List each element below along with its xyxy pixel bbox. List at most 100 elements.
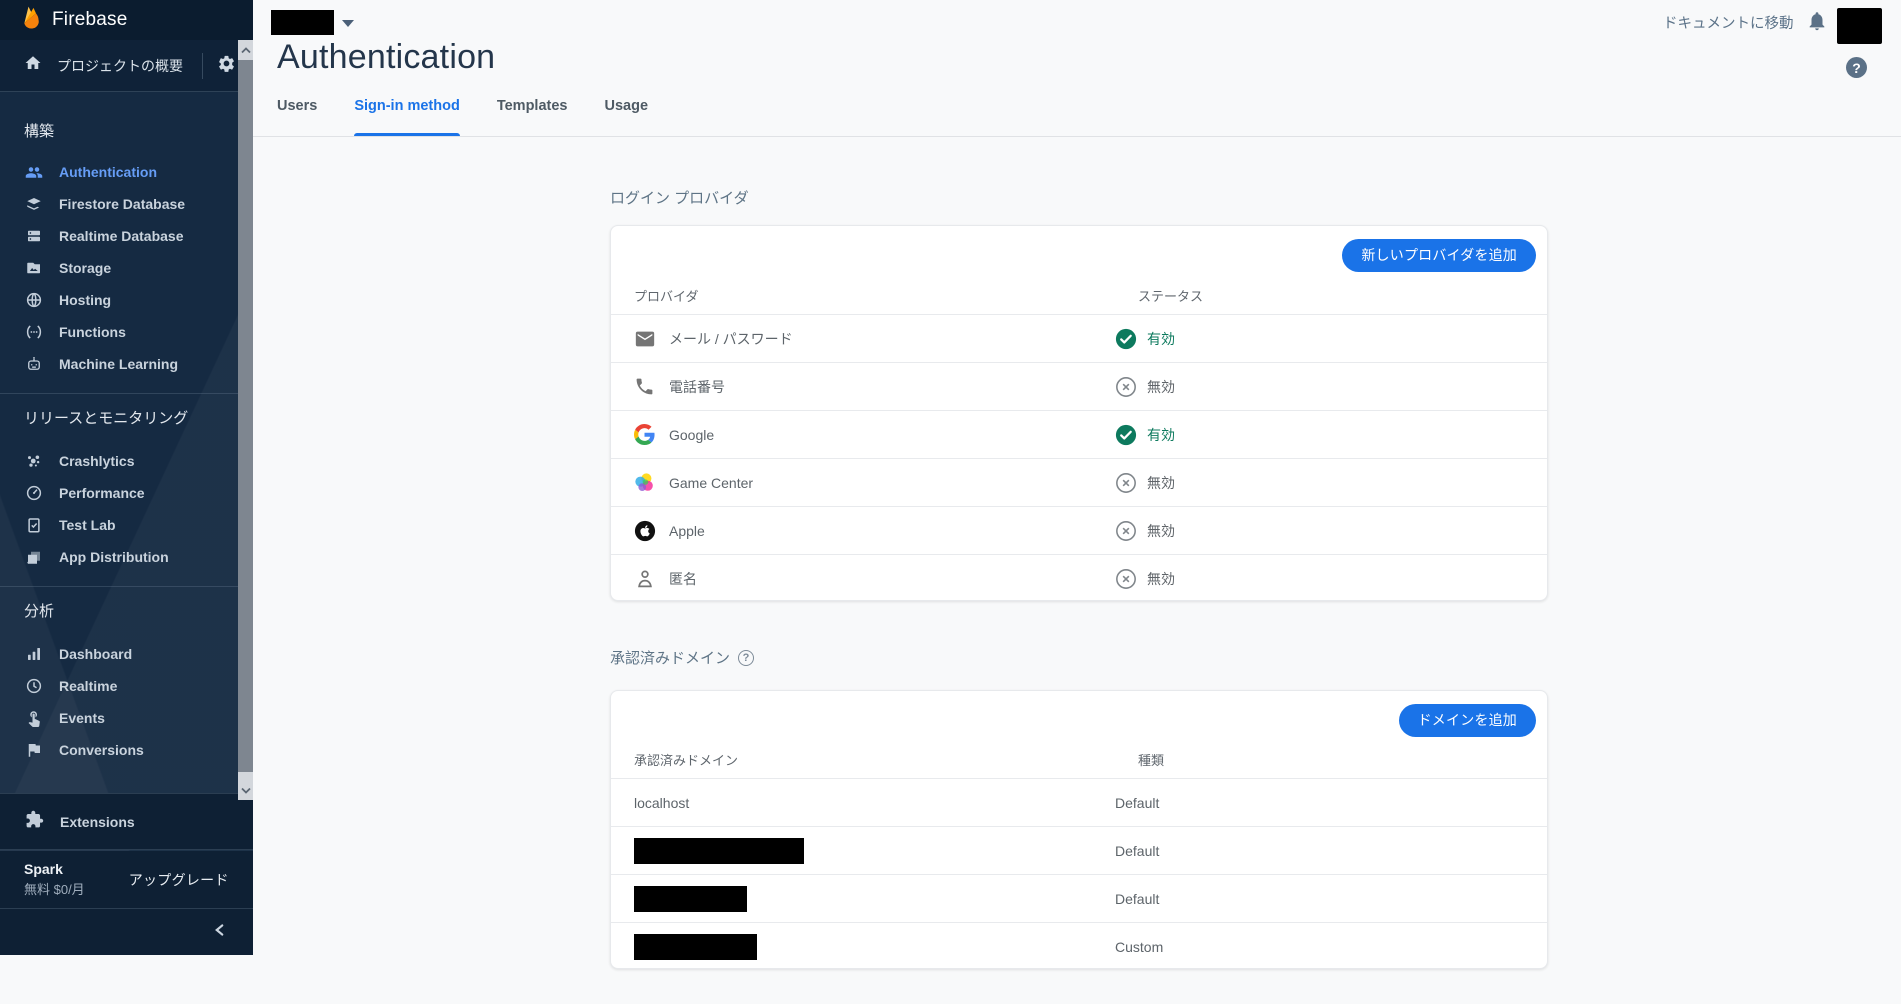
crashlytics-icon (25, 452, 43, 470)
home-icon (24, 54, 42, 77)
sidebar-item-test-lab[interactable]: Test Lab (0, 509, 253, 541)
column-header-status: ステータス (1138, 286, 1203, 305)
domains-card-head: ドメインを追加 承認済みドメイン 種類 (611, 691, 1547, 778)
sidebar-item-extensions[interactable]: Extensions (0, 793, 253, 850)
puzzle-icon (25, 810, 44, 834)
functions-icon (25, 323, 43, 341)
domain-row-localhost: localhost Default (611, 778, 1547, 826)
domain-name: localhost (634, 795, 689, 811)
sidebar-item-conversions[interactable]: Conversions (0, 734, 253, 766)
sidebar-item-authentication[interactable]: Authentication (0, 156, 253, 188)
scroll-up-icon[interactable] (238, 42, 253, 58)
column-header-domain: 承認済みドメイン (634, 750, 738, 769)
providers-card: 新しいプロバイダを追加 プロバイダ ステータス メール / パスワード 有効 電… (610, 225, 1548, 601)
plan-name: Spark (24, 861, 85, 877)
app-distribution-icon (25, 548, 43, 566)
storage-icon (25, 259, 43, 277)
game-center-icon (634, 472, 656, 494)
firestore-icon (25, 195, 43, 213)
sidebar-scrollbar[interactable] (238, 40, 253, 800)
redacted-domain (634, 886, 747, 912)
enabled-status-icon (1115, 424, 1137, 446)
sidebar-item-crashlytics[interactable]: Crashlytics (0, 445, 253, 477)
page-title: Authentication (277, 38, 495, 77)
plan-price: 無料 $0/月 (24, 879, 85, 898)
domain-type: Default (1115, 843, 1159, 859)
chevron-left-icon[interactable] (214, 923, 225, 942)
domain-row-redacted: Custom (611, 922, 1547, 970)
sidebar-item-realtime[interactable]: Realtime (0, 670, 253, 702)
plan-info: Spark 無料 $0/月 (24, 861, 85, 898)
google-icon (634, 424, 656, 446)
flag-icon (25, 741, 43, 759)
sidebar-item-storage[interactable]: Storage (0, 252, 253, 284)
tab-sign-in-method[interactable]: Sign-in method (354, 89, 460, 136)
sidebar-item-dashboard[interactable]: Dashboard (0, 638, 253, 670)
nav-section-build: 構築 (0, 120, 253, 141)
provider-row-email[interactable]: メール / パスワード 有効 (611, 314, 1547, 362)
sidebar-item-project-overview[interactable]: プロジェクトの概要 (0, 40, 253, 92)
provider-name: 匿名 (669, 569, 697, 589)
domains-card: ドメインを追加 承認済みドメイン 種類 localhost Default De… (610, 690, 1548, 969)
firebase-logo-bar[interactable]: Firebase (0, 0, 253, 40)
help-icon[interactable]: ? (738, 650, 754, 666)
sidebar-item-realtime-database[interactable]: Realtime Database (0, 220, 253, 252)
disabled-status-icon (1115, 520, 1137, 542)
provider-row-apple[interactable]: Apple 無効 (611, 506, 1547, 554)
enabled-status-icon (1115, 328, 1137, 350)
sidebar-item-firestore-database[interactable]: Firestore Database (0, 188, 253, 220)
divider (253, 136, 1901, 137)
scrollbar-thumb[interactable] (238, 60, 253, 772)
touch-icon (25, 709, 43, 727)
avatar-redacted[interactable] (1837, 8, 1882, 44)
domain-type: Default (1115, 891, 1159, 907)
globe-icon (25, 291, 43, 309)
help-icon[interactable]: ? (1846, 57, 1867, 78)
divider (202, 53, 203, 79)
firebase-flame-icon (21, 4, 41, 36)
sidebar-item-hosting[interactable]: Hosting (0, 284, 253, 316)
sidebar-item-app-distribution[interactable]: App Distribution (0, 541, 253, 573)
sidebar-item-functions[interactable]: Functions (0, 316, 253, 348)
domain-row-redacted: Default (611, 874, 1547, 922)
add-domain-button[interactable]: ドメインを追加 (1399, 704, 1536, 737)
provider-row-game-center[interactable]: Game Center 無効 (611, 458, 1547, 506)
sidebar-item-performance[interactable]: Performance (0, 477, 253, 509)
column-header-type: 種類 (1138, 750, 1164, 769)
disabled-status-icon (1115, 472, 1137, 494)
tab-templates[interactable]: Templates (497, 89, 568, 136)
provider-row-anonymous[interactable]: 匿名 無効 (611, 554, 1547, 602)
chevron-down-icon[interactable] (342, 20, 354, 27)
notifications-bell-icon[interactable] (1806, 9, 1828, 33)
provider-name: メール / パスワード (669, 329, 793, 349)
divider (0, 393, 253, 394)
nav-section-analytics: 分析 (0, 600, 253, 621)
sidebar-item-events[interactable]: Events (0, 702, 253, 734)
upgrade-button[interactable]: アップグレード (129, 870, 229, 890)
status-label: 無効 (1147, 473, 1175, 493)
provider-name: Google (669, 427, 714, 443)
tab-users[interactable]: Users (277, 89, 317, 136)
disabled-status-icon (1115, 568, 1137, 590)
providers-card-head: 新しいプロバイダを追加 プロバイダ ステータス (611, 226, 1547, 314)
provider-row-google[interactable]: Google 有効 (611, 410, 1547, 458)
sidebar-item-machine-learning[interactable]: Machine Learning (0, 348, 253, 380)
status-label: 無効 (1147, 521, 1175, 541)
provider-name: 電話番号 (669, 377, 725, 397)
provider-row-phone[interactable]: 電話番号 無効 (611, 362, 1547, 410)
scroll-down-icon[interactable] (238, 782, 253, 798)
sidebar-nav: 構築 Authentication Firestore Database Rea… (0, 120, 253, 766)
firebase-wordmark: Firebase (52, 9, 128, 31)
status-label: 有効 (1147, 425, 1175, 445)
sidebar: Firebase プロジェクトの概要 構築 Authentication Fir… (0, 0, 253, 955)
phone-icon (634, 376, 656, 398)
gear-icon[interactable] (217, 54, 236, 78)
disabled-status-icon (1115, 376, 1137, 398)
add-provider-button[interactable]: 新しいプロバイダを追加 (1342, 239, 1536, 272)
docs-link[interactable]: ドキュメントに移動 (1663, 12, 1794, 33)
status-label: 有効 (1147, 329, 1175, 349)
project-selector-redacted[interactable] (271, 10, 334, 35)
database-icon (25, 227, 43, 245)
tab-usage[interactable]: Usage (604, 89, 648, 136)
bar-chart-icon (25, 645, 43, 663)
